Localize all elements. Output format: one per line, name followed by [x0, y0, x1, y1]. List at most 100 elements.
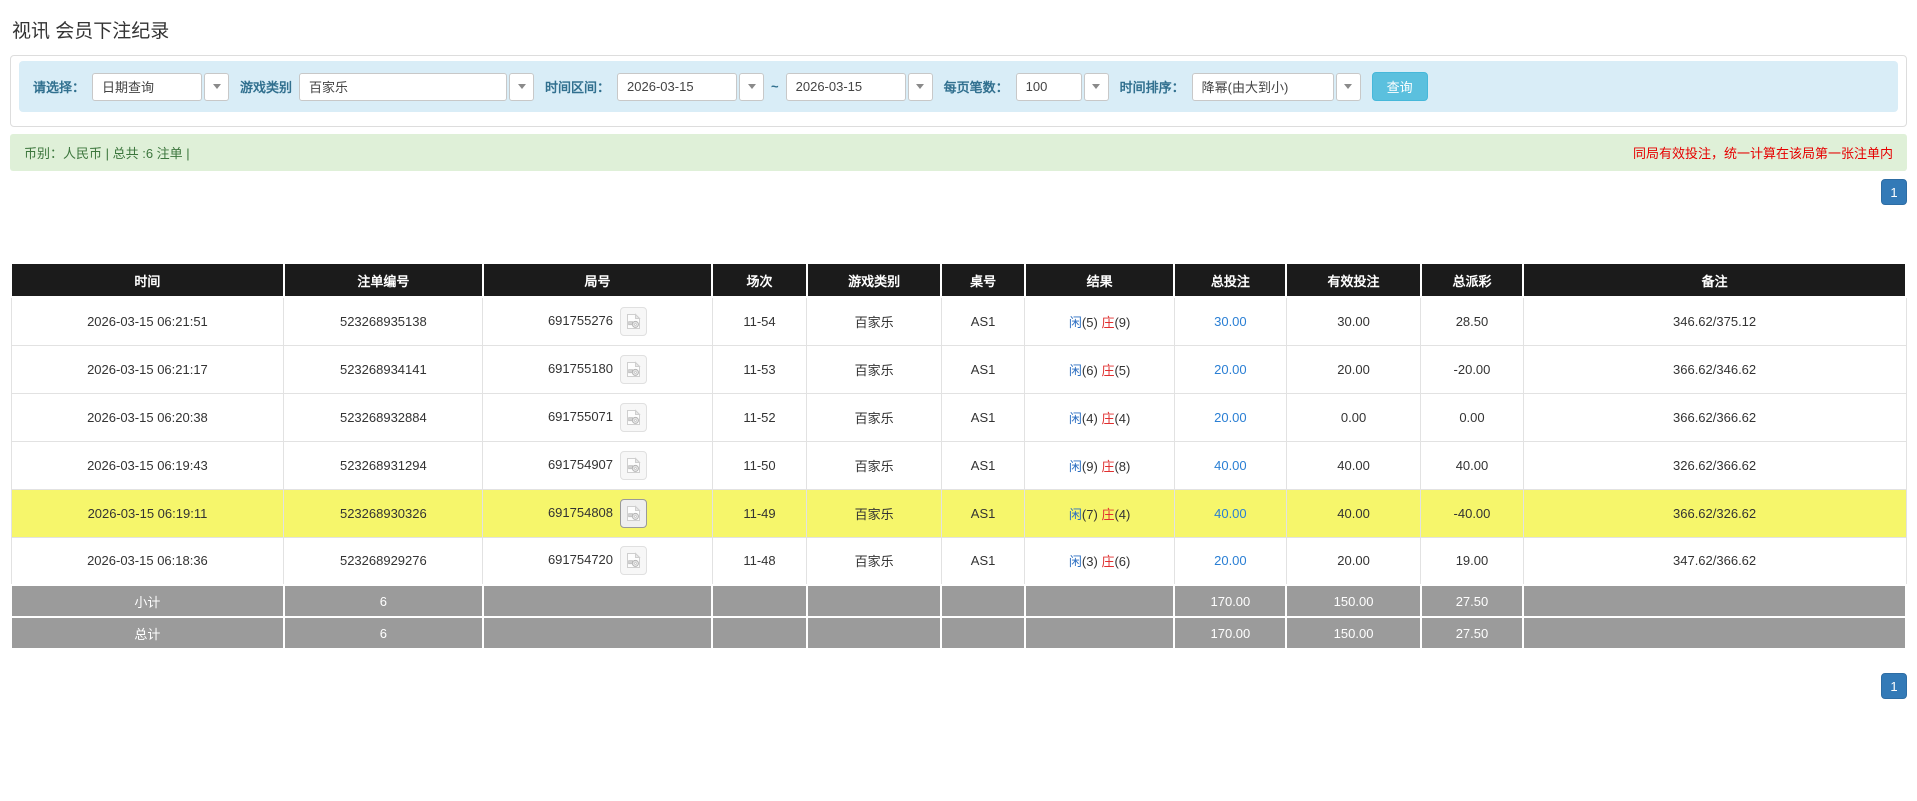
cell-round-id: 691754907	[482, 440, 713, 490]
player-result: 闲	[1068, 410, 1082, 426]
cell-payout: 40.00	[1420, 440, 1524, 490]
date-to-select[interactable]: 2026-03-15	[785, 72, 933, 101]
cell-note: 346.62/375.12	[1522, 296, 1907, 346]
banker-result: 庄	[1101, 410, 1115, 426]
total-bet-link[interactable]: 30.00	[1214, 314, 1247, 329]
player-result: 闲	[1068, 362, 1082, 378]
grand-total-label: 总计	[10, 616, 285, 650]
cell-round-id: 691754808	[482, 488, 713, 538]
page-size-select[interactable]: 100	[1015, 72, 1109, 101]
banker-score: (5)	[1114, 362, 1131, 378]
total-bet-link[interactable]: 40.00	[1214, 458, 1247, 473]
cell-payout: 19.00	[1420, 536, 1524, 586]
subtotal-row: 小计 6 170.00 150.00 27.50	[10, 584, 1907, 618]
date-from-select[interactable]: 2026-03-15	[617, 72, 765, 101]
total-bet-link[interactable]: 40.00	[1214, 506, 1247, 521]
cell-bet-id: 523268929276	[283, 536, 484, 586]
cell-bet-id: 523268934141	[283, 344, 484, 394]
page-container: 视讯 会员下注纪录 请选择： 日期查询 游戏类别 百家乐 时间区间： 2026-…	[0, 16, 1917, 699]
cell-total-bet: 20.00	[1173, 392, 1287, 442]
video-replay-icon[interactable]	[620, 546, 648, 576]
banker-result: 庄	[1101, 506, 1115, 522]
sort-order-label: 时间排序：	[1119, 80, 1185, 95]
game-type-value[interactable]: 百家乐	[299, 72, 508, 101]
video-replay-icon[interactable]	[620, 402, 648, 432]
player-score: (5)	[1081, 314, 1098, 330]
video-replay-icon[interactable]	[620, 354, 648, 384]
table-row: 2026-03-15 06:20:38 523268932884 6917550…	[10, 392, 1907, 442]
banker-result: 庄	[1101, 554, 1115, 570]
cell-payout: -20.00	[1420, 344, 1524, 394]
date-from-value[interactable]: 2026-03-15	[617, 72, 738, 101]
chevron-down-icon[interactable]	[204, 72, 230, 101]
search-button[interactable]: 查询	[1371, 72, 1428, 101]
cell-game: 百家乐	[806, 488, 942, 538]
sort-order-select[interactable]: 降幂(由大到小)	[1191, 72, 1361, 101]
cell-time: 2026-03-15 06:19:43	[10, 440, 285, 490]
col-result: 结果	[1023, 262, 1176, 298]
cell-time: 2026-03-15 06:19:11	[10, 488, 285, 538]
video-replay-icon[interactable]	[620, 306, 648, 336]
cell-table-no: AS1	[940, 344, 1026, 394]
cell-session: 11-49	[711, 488, 808, 538]
cell-game: 百家乐	[806, 344, 942, 394]
banker-score: (8)	[1114, 458, 1131, 474]
cell-session: 11-54	[711, 296, 808, 346]
cell-session: 11-50	[711, 440, 808, 490]
player-result: 闲	[1068, 314, 1082, 330]
page-size-label: 每页笔数：	[943, 80, 1009, 95]
cell-valid-bet: 20.00	[1285, 536, 1422, 586]
valid-bet-warning-text: 同局有效投注，统一计算在该局第一张注单内	[1632, 146, 1893, 161]
grand-total-payout: 27.50	[1419, 616, 1525, 650]
grand-total-count: 6	[282, 616, 484, 650]
filter-bar: 请选择： 日期查询 游戏类别 百家乐 时间区间： 2026-03-15 ~ 20…	[19, 61, 1898, 112]
col-table-no: 桌号	[940, 262, 1026, 298]
page-1-button[interactable]: 1	[1881, 179, 1907, 205]
cell-payout: -40.00	[1420, 488, 1524, 538]
cell-session: 11-52	[711, 392, 808, 442]
cell-total-bet: 20.00	[1173, 536, 1287, 586]
page-size-value[interactable]: 100	[1015, 72, 1082, 101]
cell-round-id: 691754720	[482, 536, 713, 586]
cell-note: 347.62/366.62	[1522, 536, 1907, 586]
chevron-down-icon[interactable]	[907, 72, 933, 101]
cell-note: 366.62/346.62	[1522, 344, 1907, 394]
cell-total-bet: 40.00	[1173, 440, 1287, 490]
cell-note: 326.62/366.62	[1522, 440, 1907, 490]
cell-round-id: 691755071	[482, 392, 713, 442]
col-note: 备注	[1522, 262, 1907, 298]
select-type-label: 请选择：	[33, 80, 86, 95]
player-result: 闲	[1068, 554, 1082, 570]
date-to-value[interactable]: 2026-03-15	[785, 72, 906, 101]
cell-table-no: AS1	[940, 296, 1026, 346]
total-bet-link[interactable]: 20.00	[1214, 553, 1247, 568]
game-type-select[interactable]: 百家乐	[299, 72, 535, 101]
chevron-down-icon[interactable]	[1083, 72, 1109, 101]
cell-game: 百家乐	[806, 440, 942, 490]
video-replay-icon[interactable]	[620, 498, 648, 528]
cell-time: 2026-03-15 06:18:36	[10, 536, 285, 586]
cell-total-bet: 40.00	[1173, 488, 1287, 538]
player-score: (4)	[1081, 410, 1098, 426]
total-bet-link[interactable]: 20.00	[1214, 410, 1247, 425]
cell-bet-id: 523268931294	[283, 440, 484, 490]
round-id-text: 691755071	[547, 408, 614, 424]
chevron-down-icon[interactable]	[739, 72, 765, 101]
query-type-value[interactable]: 日期查询	[92, 72, 203, 101]
col-session: 场次	[711, 262, 808, 298]
col-payout: 总派彩	[1419, 262, 1525, 298]
round-id-text: 691754808	[547, 504, 614, 520]
video-replay-icon[interactable]	[620, 450, 648, 480]
col-bet-id: 注单编号	[282, 262, 484, 298]
sort-order-value[interactable]: 降幂(由大到小)	[1191, 72, 1334, 101]
page-1-button[interactable]: 1	[1881, 673, 1907, 699]
banker-result: 庄	[1101, 458, 1115, 474]
query-type-select[interactable]: 日期查询	[92, 72, 230, 101]
chevron-down-icon[interactable]	[1335, 72, 1361, 101]
grand-total-total-bet: 170.00	[1173, 616, 1288, 650]
cell-total-bet: 20.00	[1173, 344, 1287, 394]
cell-valid-bet: 30.00	[1285, 296, 1422, 346]
total-bet-link[interactable]: 20.00	[1214, 362, 1247, 377]
chevron-down-icon[interactable]	[509, 72, 535, 101]
cell-table-no: AS1	[940, 488, 1026, 538]
